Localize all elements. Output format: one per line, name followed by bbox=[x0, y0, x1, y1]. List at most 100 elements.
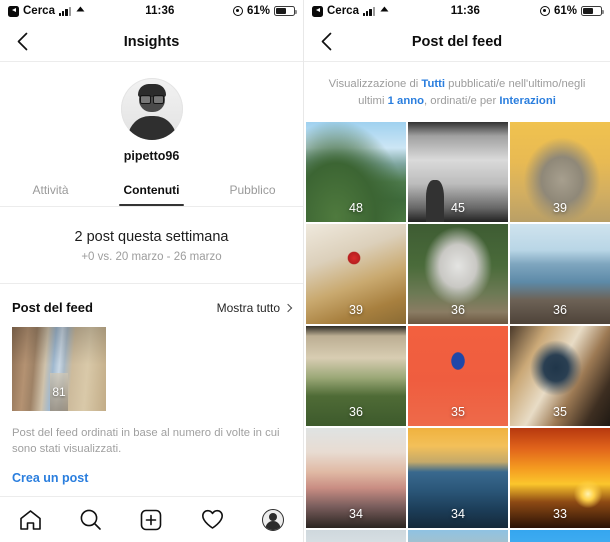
avatar-body bbox=[127, 116, 176, 140]
tab-attivita[interactable]: Attività bbox=[0, 177, 101, 206]
post-grid-cell[interactable] bbox=[510, 529, 610, 542]
post-metric-count: 36 bbox=[553, 302, 567, 317]
post-grid-cell[interactable]: 39 bbox=[306, 223, 406, 324]
filter-link-type[interactable]: Tutti bbox=[421, 78, 445, 90]
tab-contenuti[interactable]: Contenuti bbox=[101, 177, 202, 206]
profile-avatar-icon bbox=[261, 508, 284, 531]
thumbnail-count-label: 81 bbox=[52, 385, 66, 399]
post-grid-cell[interactable]: 45 bbox=[408, 121, 508, 222]
post-metric-count: 33 bbox=[553, 506, 567, 521]
tab-add-post[interactable] bbox=[121, 509, 182, 531]
create-post-link[interactable]: Crea un post bbox=[12, 471, 291, 485]
post-metric-count: 36 bbox=[349, 404, 363, 419]
back-button[interactable] bbox=[0, 32, 44, 51]
status-bar-right: Cerca 11:36 61% bbox=[304, 0, 610, 22]
post-grid-cell[interactable]: 35 bbox=[408, 325, 508, 426]
filter-link-period[interactable]: 1 anno bbox=[388, 95, 424, 107]
bottom-tab-bar bbox=[0, 496, 303, 542]
clock-label: 11:36 bbox=[145, 5, 175, 17]
post-metric-count: 34 bbox=[349, 506, 363, 521]
location-icon bbox=[232, 6, 243, 16]
post-metric-count: 39 bbox=[553, 200, 567, 215]
section-note: Post del feed ordinati in base al numero… bbox=[12, 427, 280, 456]
location-icon-right bbox=[539, 6, 550, 16]
feed-posts-header: Post del feed Mostra tutto bbox=[12, 300, 293, 315]
post-metric-count: 45 bbox=[451, 200, 465, 215]
tab-pubblico-label: Pubblico bbox=[229, 183, 276, 197]
tab-profile[interactable] bbox=[242, 508, 303, 531]
chevron-left-icon bbox=[17, 32, 27, 51]
signal-bars-icon bbox=[58, 6, 71, 16]
post-grid-cell[interactable]: 36 bbox=[408, 223, 508, 324]
filter-text-1: Visualizzazione di bbox=[328, 78, 422, 90]
battery-icon-right bbox=[581, 6, 604, 16]
feed-posts-screen: Cerca 11:36 61% Post del feed Visualizza… bbox=[304, 0, 610, 542]
show-all-button[interactable]: Mostra tutto bbox=[216, 300, 293, 315]
post-grid-cell[interactable]: 34 bbox=[306, 427, 406, 528]
post-grid-cell[interactable]: 33 bbox=[510, 427, 610, 528]
post-metric-count: 35 bbox=[451, 404, 465, 419]
home-icon bbox=[19, 509, 41, 530]
page-title: Insights bbox=[123, 33, 180, 50]
add-post-icon bbox=[141, 509, 162, 530]
weekly-comparison: +0 vs. 20 marzo - 26 marzo bbox=[81, 251, 222, 263]
tab-search[interactable] bbox=[61, 508, 122, 531]
post-grid-cell[interactable]: 39 bbox=[510, 121, 610, 222]
feed-posts-section: Post del feed Mostra tutto 81 Post del f… bbox=[0, 284, 303, 485]
clock-label-right: 11:36 bbox=[450, 5, 480, 17]
filter-description: Visualizzazione di Tutti pubblicati/e ne… bbox=[304, 62, 610, 122]
back-to-app-icon[interactable] bbox=[8, 5, 19, 17]
posts-grid: 48 45 39 39 36 36 36 35 35 34 34 33 bbox=[304, 121, 610, 542]
battery-percent-label: 61% bbox=[246, 5, 270, 17]
tab-attivita-label: Attività bbox=[32, 183, 69, 197]
chevron-left-icon bbox=[321, 32, 331, 51]
post-thumbnail-image bbox=[408, 529, 508, 542]
search-icon bbox=[80, 509, 102, 530]
post-grid-cell[interactable] bbox=[306, 529, 406, 542]
post-grid-cell[interactable]: 36 bbox=[510, 223, 610, 324]
post-metric-count: 35 bbox=[553, 404, 567, 419]
chevron-right-icon bbox=[283, 303, 293, 312]
heart-icon bbox=[201, 509, 223, 529]
section-title: Post del feed bbox=[12, 300, 93, 315]
nav-bar-insights: Insights bbox=[0, 22, 303, 62]
post-metric-count: 36 bbox=[451, 302, 465, 317]
wifi-icon bbox=[75, 6, 87, 16]
signal-bars-icon-right bbox=[362, 6, 375, 16]
tab-contenuti-label: Contenuti bbox=[123, 183, 180, 197]
post-grid-cell[interactable]: 34 bbox=[408, 427, 508, 528]
back-to-app-icon-right[interactable] bbox=[312, 5, 323, 17]
nav-bar-feed-posts: Post del feed bbox=[304, 22, 610, 62]
profile-header: pipetto96 bbox=[0, 62, 303, 163]
tab-activity[interactable] bbox=[182, 509, 243, 530]
battery-percent-label-right: 61% bbox=[553, 5, 577, 17]
wifi-icon-right bbox=[379, 6, 391, 16]
post-grid-cell[interactable] bbox=[408, 529, 508, 542]
carrier-label-right: Cerca bbox=[327, 5, 359, 17]
tab-pubblico[interactable]: Pubblico bbox=[202, 177, 303, 206]
carrier-label: Cerca bbox=[23, 5, 55, 17]
post-grid-cell[interactable]: 36 bbox=[306, 325, 406, 426]
back-button-right[interactable] bbox=[304, 32, 348, 51]
tab-home[interactable] bbox=[0, 509, 61, 531]
post-grid-cell[interactable]: 35 bbox=[510, 325, 610, 426]
page-title-right: Post del feed bbox=[411, 33, 503, 50]
post-metric-count: 48 bbox=[349, 200, 363, 215]
dual-phone-screenshot: Cerca 11:36 61% Insights bbox=[0, 0, 610, 542]
username-label: pipetto96 bbox=[123, 149, 180, 163]
filter-link-sort[interactable]: Interazioni bbox=[499, 95, 556, 107]
post-metric-count: 39 bbox=[349, 302, 363, 317]
feed-post-thumbnail[interactable]: 81 bbox=[12, 327, 106, 411]
post-grid-cell[interactable]: 48 bbox=[306, 121, 406, 222]
weekly-summary: 2 post questa settimana +0 vs. 20 marzo … bbox=[0, 207, 303, 284]
post-thumbnail-image bbox=[510, 529, 610, 542]
show-all-label: Mostra tutto bbox=[216, 300, 280, 315]
battery-icon bbox=[274, 6, 297, 16]
weekly-headline: 2 post questa settimana bbox=[74, 229, 229, 245]
post-metric-count: 34 bbox=[451, 506, 465, 521]
avatar-glasses bbox=[139, 95, 164, 104]
insights-screen: Cerca 11:36 61% Insights bbox=[0, 0, 304, 542]
avatar[interactable] bbox=[120, 78, 183, 140]
insights-tabs: Attività Contenuti Pubblico bbox=[0, 177, 303, 206]
filter-text-3: , ordinati/e per bbox=[424, 94, 500, 107]
